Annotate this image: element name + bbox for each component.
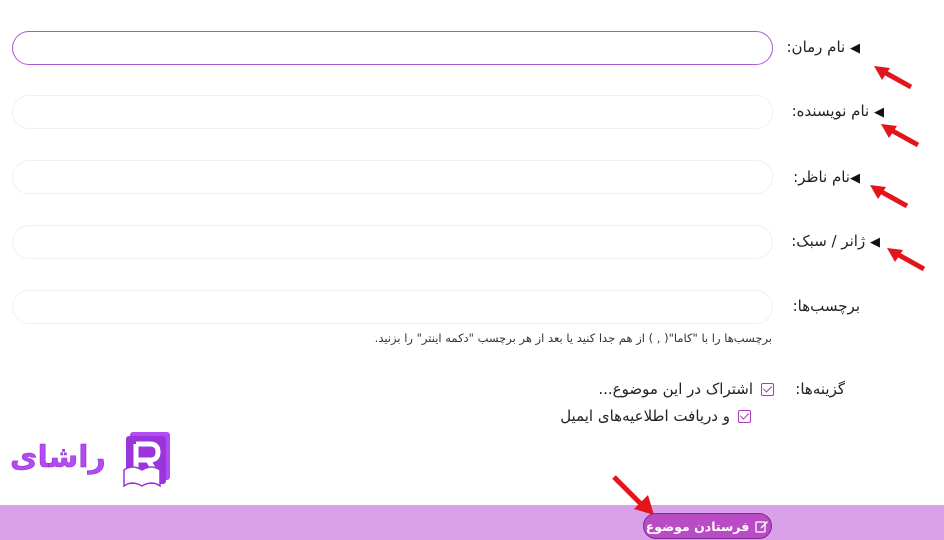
tags-input[interactable] [12, 290, 773, 324]
author-name-input[interactable] [12, 95, 773, 129]
tags-help-text: برچسب‌ها را با "کاما"( , ) از هم جدا کنی… [374, 331, 772, 345]
genre-label: ◀ ژانر / سبک: [791, 232, 880, 250]
red-arrow-icon [887, 248, 926, 272]
novel-name-label: ◀ نام رمان: [786, 38, 861, 56]
red-arrow-icon [874, 66, 913, 90]
genre-input[interactable] [12, 225, 773, 259]
triangle-marker-icon: ◀ [874, 105, 884, 120]
site-logo: راشای [10, 430, 172, 490]
subscribe-option[interactable]: اشتراک در این موضوع... [598, 380, 774, 398]
red-arrow-icon [881, 124, 920, 148]
red-arrow-icon [870, 185, 909, 209]
logo-text: راشای [10, 440, 106, 476]
supervisor-name-label: ◀نام ناظر: [793, 168, 860, 186]
email-notify-checkbox[interactable] [738, 410, 751, 423]
submit-topic-button[interactable]: فرستادن موضوع [643, 513, 772, 539]
footer-bar [0, 505, 944, 540]
novel-name-input[interactable] [12, 31, 773, 65]
subscribe-checkbox[interactable] [761, 383, 774, 396]
tags-label: برچسب‌ها: [792, 297, 860, 315]
supervisor-name-input[interactable] [12, 160, 773, 194]
red-arrow-icon [612, 475, 654, 515]
author-name-label: ◀ نام نویسنده: [791, 102, 884, 120]
edit-icon [755, 521, 769, 533]
book-r-icon [123, 432, 170, 488]
triangle-marker-icon: ◀ [850, 171, 860, 186]
triangle-marker-icon: ◀ [870, 235, 880, 250]
triangle-marker-icon: ◀ [850, 41, 860, 56]
email-notify-option[interactable]: و دریافت اطلاعیه‌های ایمیل [560, 407, 751, 425]
